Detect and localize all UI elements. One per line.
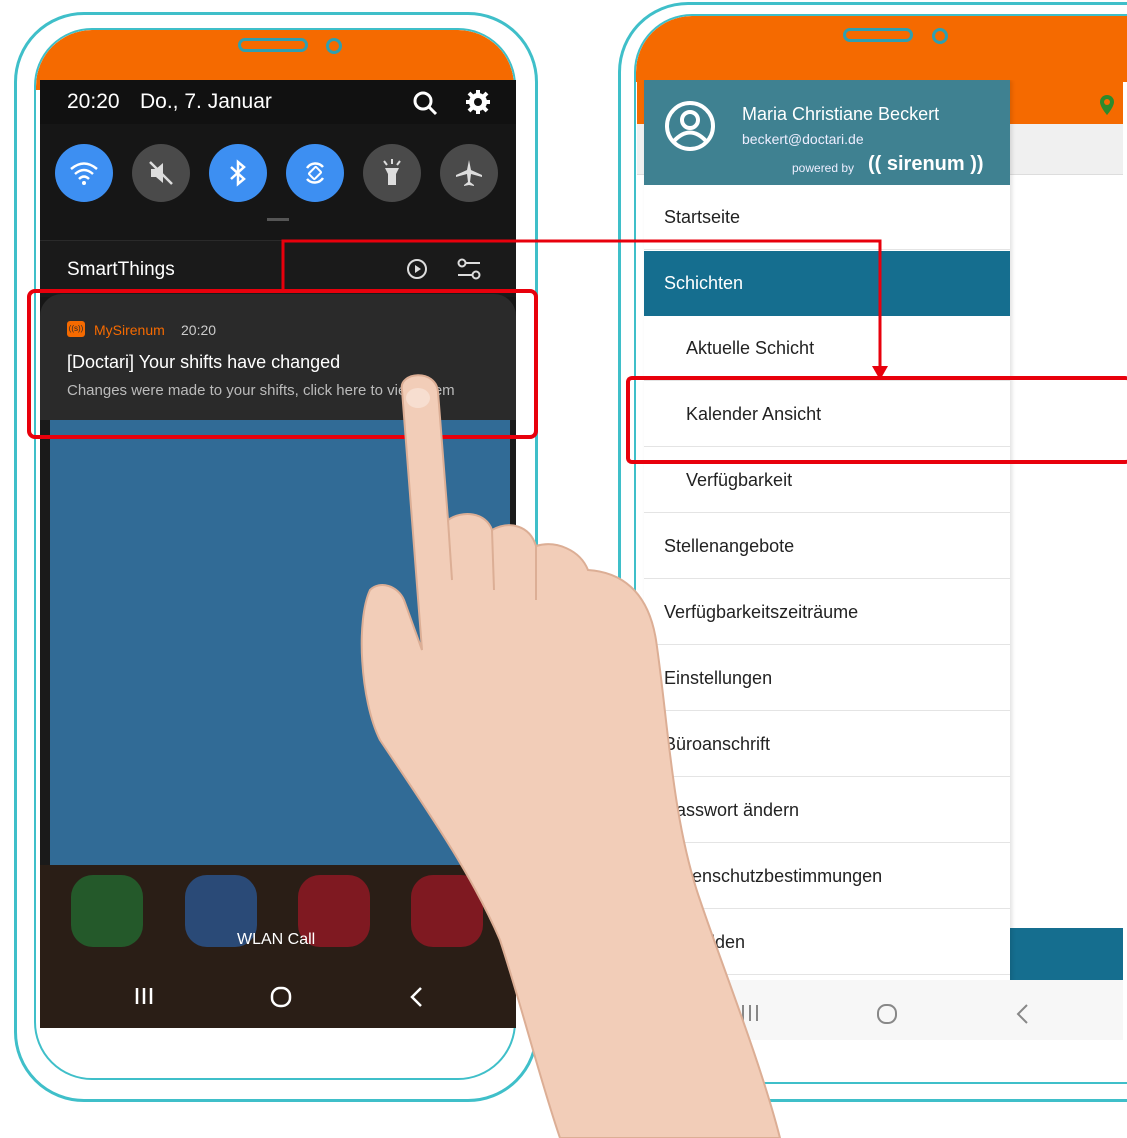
pointing-hand-icon [360,374,782,1138]
